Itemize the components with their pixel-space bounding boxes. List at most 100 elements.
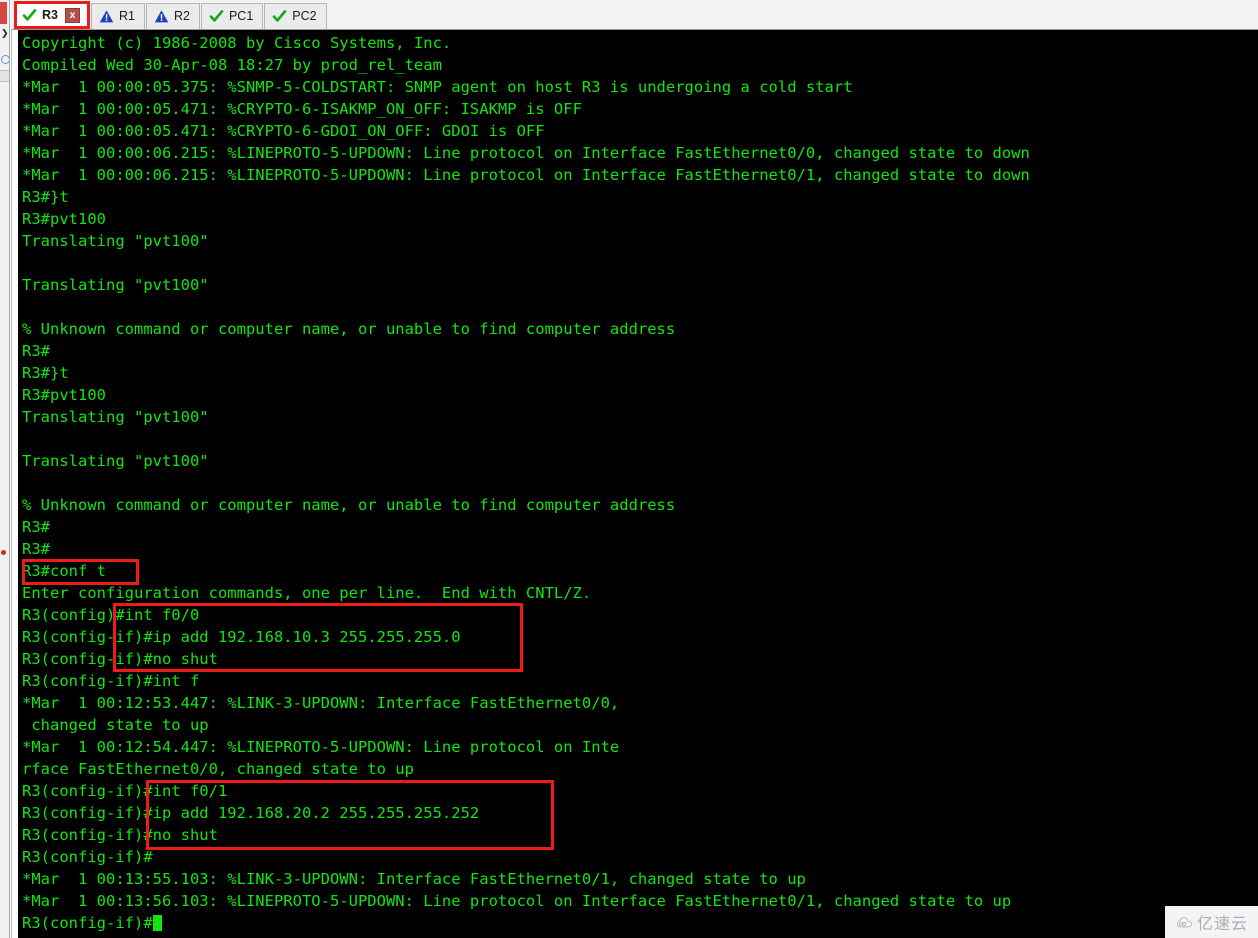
console-frame: Copyright (c) 1986-2008 by Cisco Systems…: [11, 30, 1258, 938]
terminal-line: *Mar 1 00:00:05.471: %CRYPTO-6-ISAKMP_ON…: [22, 98, 1258, 120]
left-dock-panel-fragment: [0, 70, 9, 82]
terminal-line-text: Compiled Wed 30-Apr-08 18:27 by prod_rel…: [22, 56, 442, 74]
terminal-line-text: Translating "pvt100": [22, 408, 209, 426]
terminal-line: R3#: [22, 516, 1258, 538]
tab-label: R3: [42, 8, 58, 23]
terminal-line-text: R3(config-if)#: [22, 914, 153, 932]
terminal-line: R3#pvt100: [22, 208, 1258, 230]
terminal-line: R3(config-if)#no shut: [22, 824, 1258, 846]
tab-label: R2: [173, 9, 190, 24]
check-icon: [22, 8, 37, 23]
terminal-line: Enter configuration commands, one per li…: [22, 582, 1258, 604]
terminal-line-text: R3(config-if)#: [22, 848, 153, 866]
terminal-line: R3#: [22, 538, 1258, 560]
terminal-line-text: Translating "pvt100": [22, 232, 209, 250]
terminal-line: *Mar 1 00:00:06.215: %LINEPROTO-5-UPDOWN…: [22, 142, 1258, 164]
tab-label: PC1: [228, 9, 254, 24]
warning-triangle-icon: [154, 9, 169, 24]
terminal-line-text: R3(config-if)#ip add 192.168.10.3 255.25…: [22, 628, 461, 646]
tab-label: R1: [118, 9, 135, 24]
terminal-line: changed state to up: [22, 714, 1258, 736]
terminal-line-text: *Mar 1 00:00:05.471: %CRYPTO-6-ISAKMP_ON…: [22, 100, 582, 118]
terminal-line-text: R3(config-if)#no shut: [22, 650, 218, 668]
terminal-line: R3(config-if)#int f0/1: [22, 780, 1258, 802]
left-dock-status-dot: [1, 550, 6, 555]
text-cursor: [152, 915, 162, 931]
terminal-output[interactable]: Copyright (c) 1986-2008 by Cisco Systems…: [18, 30, 1258, 938]
terminal-line: Copyright (c) 1986-2008 by Cisco Systems…: [22, 32, 1258, 54]
gns3-console-window: ❯ R3 x R1 R2 PC1 PC2 Copyright (c) 1986-2008 …: [0, 0, 1258, 938]
terminal-line: *Mar 1 00:12:54.447: %LINEPROTO-5-UPDOWN…: [22, 736, 1258, 758]
tab-pc1[interactable]: PC1: [200, 3, 264, 29]
terminal-line-text: % Unknown command or computer name, or u…: [22, 320, 676, 338]
terminal-line: *Mar 1 00:13:56.103: %LINEPROTO-5-UPDOWN…: [22, 890, 1258, 912]
terminal-line: *Mar 1 00:00:06.215: %LINEPROTO-5-UPDOWN…: [22, 164, 1258, 186]
terminal-line-text: *Mar 1 00:00:05.471: %CRYPTO-6-GDOI_ON_O…: [22, 122, 545, 140]
tab-r3[interactable]: R3 x: [14, 1, 90, 29]
terminal-line: R3#pvt100: [22, 384, 1258, 406]
terminal-line: R3(config-if)#: [22, 846, 1258, 868]
terminal-line-text: R3#}t: [22, 364, 69, 382]
terminal-line: rface FastEthernet0/0, changed state to …: [22, 758, 1258, 780]
terminal-line: R3(config-if)#: [22, 912, 1258, 934]
check-icon: [272, 9, 287, 24]
terminal-line: R3(config-if)#ip add 192.168.10.3 255.25…: [22, 626, 1258, 648]
terminal-line-text: R3#conf t: [22, 562, 106, 580]
terminal-line: *Mar 1 00:00:05.375: %SNMP-5-COLDSTART: …: [22, 76, 1258, 98]
terminal-line: R3(config-if)#int f: [22, 670, 1258, 692]
terminal-line: % Unknown command or computer name, or u…: [22, 318, 1258, 340]
terminal-line-text: changed state to up: [22, 716, 209, 734]
watermark: 亿速云: [1164, 906, 1258, 938]
node-circle-icon: [1, 55, 9, 64]
tab-r2[interactable]: R2: [145, 3, 200, 29]
console-tab-bar: R3 x R1 R2 PC1 PC2: [11, 0, 1258, 30]
terminal-line-text: Translating "pvt100": [22, 452, 209, 470]
terminal-line-text: R3#: [22, 540, 50, 558]
terminal-line-text: Translating "pvt100": [22, 276, 209, 294]
terminal-line-text: R3(config-if)#no shut: [22, 826, 218, 844]
terminal-line-text: *Mar 1 00:12:54.447: %LINEPROTO-5-UPDOWN…: [22, 738, 620, 756]
terminal-line-text: R3#}t: [22, 188, 69, 206]
terminal-line-text: Copyright (c) 1986-2008 by Cisco Systems…: [22, 34, 452, 52]
terminal-line: % Unknown command or computer name, or u…: [22, 494, 1258, 516]
tab-r1[interactable]: R1: [90, 3, 145, 29]
terminal-line-text: R3(config-if)#int f: [22, 672, 200, 690]
terminal-line: R3(config)#int f0/0: [22, 604, 1258, 626]
terminal-line-text: R3(config-if)#int f0/1: [22, 782, 228, 800]
warning-triangle-icon: [99, 9, 114, 24]
terminal-line: Translating "pvt100": [22, 274, 1258, 296]
terminal-line-text: R3(config-if)#ip add 192.168.20.2 255.25…: [22, 804, 480, 822]
tab-label: PC2: [292, 9, 317, 24]
tab-pc2[interactable]: PC2: [264, 3, 327, 29]
terminal-line-text: rface FastEthernet0/0, changed state to …: [22, 760, 414, 778]
terminal-line: R3#}t: [22, 186, 1258, 208]
expand-arrow-icon[interactable]: ❯: [1, 30, 9, 39]
terminal-line: *Mar 1 00:12:53.447: %LINK-3-UPDOWN: Int…: [22, 692, 1258, 714]
left-dock-strip[interactable]: ❯: [0, 0, 10, 938]
terminal-line: *Mar 1 00:13:55.103: %LINK-3-UPDOWN: Int…: [22, 868, 1258, 890]
terminal-line-text: R3#pvt100: [22, 210, 106, 228]
terminal-line-text: Enter configuration commands, one per li…: [22, 584, 592, 602]
terminal-line: Compiled Wed 30-Apr-08 18:27 by prod_rel…: [22, 54, 1258, 76]
terminal-line-text: *Mar 1 00:12:53.447: %LINK-3-UPDOWN: Int…: [22, 694, 620, 712]
terminal-line: R3#: [22, 340, 1258, 362]
cloud-icon: [1176, 915, 1192, 930]
watermark-text: 亿速云: [1196, 914, 1248, 933]
left-dock-red-marker: [0, 2, 7, 24]
terminal-line-text: % Unknown command or computer name, or u…: [22, 496, 676, 514]
terminal-line-text: *Mar 1 00:00:06.215: %LINEPROTO-5-UPDOWN…: [22, 166, 1030, 184]
terminal-line: R3(config-if)#ip add 192.168.20.2 255.25…: [22, 802, 1258, 824]
terminal-line: Translating "pvt100": [22, 406, 1258, 428]
terminal-line-text: *Mar 1 00:00:06.215: %LINEPROTO-5-UPDOWN…: [22, 144, 1030, 162]
terminal-line-text: *Mar 1 00:13:56.103: %LINEPROTO-5-UPDOWN…: [22, 892, 1012, 910]
terminal-line-text: R3#: [22, 518, 50, 536]
terminal-line: R3#conf t: [22, 560, 1258, 582]
tab-close-button[interactable]: x: [64, 8, 80, 23]
terminal-line: *Mar 1 00:00:05.471: %CRYPTO-6-GDOI_ON_O…: [22, 120, 1258, 142]
terminal-line: R3(config-if)#no shut: [22, 648, 1258, 670]
terminal-line: Translating "pvt100": [22, 450, 1258, 472]
